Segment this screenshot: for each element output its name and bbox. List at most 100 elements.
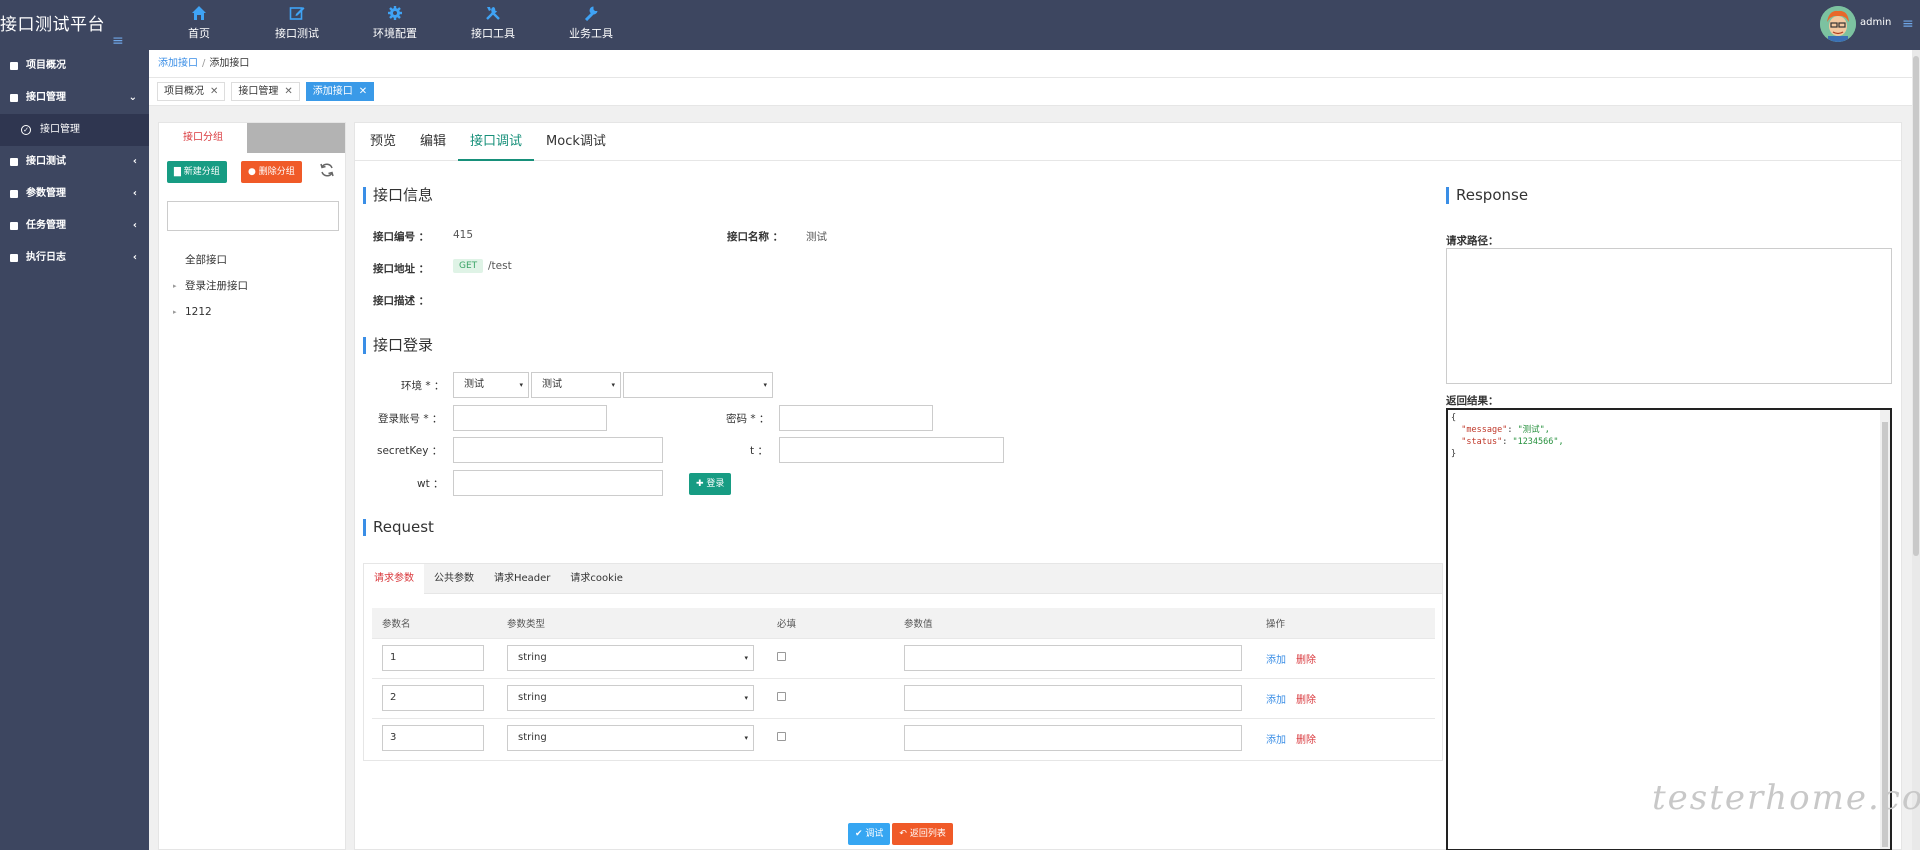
nav-home[interactable]: 首页 [150, 0, 248, 50]
top-header: 接口测试平台 ≡ 首页 接口测试 环境配置 接口工具 业务工具 admin ≡ [0, 0, 1920, 50]
json-line: "message": "测试", [1461, 425, 1550, 435]
caret-down-icon: ▾ [763, 381, 767, 389]
add-link[interactable]: 添加 [1266, 735, 1286, 746]
caret-right-icon[interactable]: ▸ [173, 273, 177, 299]
nav-api-test[interactable]: 接口测试 [248, 0, 346, 50]
avatar[interactable] [1820, 6, 1856, 42]
wt-input[interactable] [453, 470, 663, 496]
tab-request-cookie[interactable]: 请求cookie [560, 564, 632, 594]
password-input[interactable] [779, 405, 933, 431]
t-label: t ： [750, 445, 768, 457]
new-group-button[interactable]: ▇ 新建分组 [167, 161, 227, 183]
delete-group-button[interactable]: ● 删除分组 [241, 161, 302, 183]
caret-right-icon[interactable]: ▸ [173, 299, 177, 325]
env-select-1[interactable]: 测试 ▾ [453, 372, 529, 398]
tab-request-header[interactable]: 请求Header [484, 564, 560, 594]
username[interactable]: admin [1860, 17, 1891, 28]
page-scrollbar-thumb[interactable] [1913, 56, 1919, 556]
param-name-input[interactable]: 3 [382, 725, 484, 752]
folder-icon: ▇ [174, 167, 184, 177]
required-checkbox[interactable] [777, 732, 786, 742]
sidebar-item-exec-log[interactable]: 执行日志 ‹ [0, 242, 149, 274]
sidebar-item-api-management[interactable]: 接口管理 ⌄ [0, 82, 149, 114]
section-title-info: 接口信息 [363, 187, 433, 204]
caret-down-icon: ▾ [744, 734, 748, 743]
tree-item-1212[interactable]: ▸ 1212 [167, 299, 248, 325]
group-actions: ▇ 新建分组 ● 删除分组 [159, 153, 345, 191]
sidebar-item-api-test[interactable]: 接口测试 ‹ [0, 146, 149, 178]
group-tree: 全部接口 ▸ 登录注册接口 ▸ 1212 [167, 247, 248, 325]
add-link[interactable]: 添加 [1266, 655, 1286, 666]
close-icon[interactable]: ✕ [284, 86, 292, 97]
tab-preview[interactable]: 预览 [358, 123, 408, 161]
request-tabs: 请求参数 公共参数 请求Header 请求cookie [364, 564, 1442, 594]
param-value-input[interactable] [904, 645, 1242, 671]
env-label: 环境 * ： [401, 380, 445, 392]
t-input[interactable] [779, 437, 1004, 463]
refresh-icon[interactable] [319, 162, 335, 181]
add-link[interactable]: 添加 [1266, 695, 1286, 706]
page-tab-project-overview[interactable]: 项目概况 ✕ [157, 82, 226, 101]
params-table: 参数名 参数类型 必填 参数值 操作 1 string▾ 添加删除 2 st [372, 608, 1435, 758]
param-name-input[interactable]: 2 [382, 685, 484, 711]
tab-api-groups[interactable]: 接口分组 [159, 123, 247, 153]
delete-link[interactable]: 删除 [1296, 655, 1316, 666]
breadcrumb-current: 添加接口 [209, 58, 250, 69]
tab-common-params[interactable]: 公共参数 [424, 564, 484, 594]
sidebar-item-task-management[interactable]: 任务管理 ‹ [0, 210, 149, 242]
param-value-input[interactable] [904, 725, 1242, 752]
sidebar-item-param-management[interactable]: 参数管理 ‹ [0, 178, 149, 210]
tab-api-debug[interactable]: 接口调试 [458, 123, 535, 161]
debug-button[interactable]: ✔ 调试 [848, 823, 891, 845]
close-icon[interactable]: ✕ [359, 86, 367, 97]
account-input[interactable] [453, 405, 607, 431]
required-checkbox[interactable] [777, 692, 786, 701]
param-type-value: string [518, 732, 547, 744]
param-name-input[interactable]: 1 [382, 645, 484, 671]
json-line: "status": "1234566", [1461, 437, 1564, 447]
delete-link[interactable]: 删除 [1296, 695, 1316, 706]
tab-edit[interactable]: 编辑 [408, 123, 458, 161]
group-search-input[interactable] [167, 201, 339, 231]
breadcrumb: 添加接口 / 添加接口 [149, 50, 1920, 78]
nav-api-tools[interactable]: 接口工具 [444, 0, 542, 50]
required-checkbox[interactable] [777, 652, 786, 661]
json-key: "message" [1461, 425, 1508, 435]
json-brace: { [1451, 413, 1457, 423]
breadcrumb-link[interactable]: 添加接口 [158, 58, 198, 69]
page-tab-add-api[interactable]: 添加接口 ✕ [305, 82, 375, 101]
request-path-textarea[interactable] [1446, 248, 1892, 384]
tab-mock-debug[interactable]: Mock调试 [534, 123, 618, 161]
edit-icon [289, 7, 305, 20]
login-button-label: 登录 [706, 479, 725, 489]
table-row: 3 string ▾ 添加 删除 [372, 717, 1435, 758]
request-path-label: 请求路径： [1446, 235, 1499, 247]
nav-env-config[interactable]: 环境配置 [346, 0, 444, 50]
page-scrollbar[interactable] [1912, 50, 1920, 850]
delete-link[interactable]: 删除 [1296, 735, 1316, 746]
user-menu-icon[interactable]: ≡ [1902, 16, 1914, 32]
login-button[interactable]: ✚ 登录 [689, 473, 732, 495]
api-name-value: 测试 [806, 231, 827, 243]
sidebar-subitem-api-management[interactable]: ✓ 接口管理 [0, 114, 149, 146]
secretkey-input[interactable] [453, 437, 663, 463]
sidebar-item-label: 项目概况 [26, 60, 66, 71]
table-header-row: 参数名 参数类型 必填 参数值 操作 [372, 608, 1435, 638]
param-type-select[interactable]: string ▾ [507, 685, 754, 711]
page-tab-api-management[interactable]: 接口管理 ✕ [231, 82, 300, 101]
debug-button-label: 调试 [865, 829, 884, 839]
tree-item-login-register[interactable]: ▸ 登录注册接口 [167, 273, 248, 299]
tab-request-params[interactable]: 请求参数 [364, 564, 424, 594]
sidebar-item-label: 参数管理 [26, 188, 66, 199]
nav-biz-tools[interactable]: 业务工具 [542, 0, 640, 50]
back-to-list-button[interactable]: ↶ 返回列表 [892, 823, 953, 845]
env-select-3[interactable]: ▾ [623, 372, 773, 398]
param-type-select[interactable]: string ▾ [507, 725, 754, 752]
env-select-2[interactable]: 测试 ▾ [531, 372, 621, 398]
param-value-input[interactable] [904, 685, 1242, 711]
tree-item-all-apis[interactable]: 全部接口 [167, 247, 248, 273]
sidebar-item-project-overview[interactable]: 项目概况 [0, 50, 149, 82]
param-type-select[interactable]: string ▾ [507, 645, 754, 671]
api-name-label: 接口名称 ： [727, 231, 784, 243]
close-icon[interactable]: ✕ [210, 86, 218, 97]
